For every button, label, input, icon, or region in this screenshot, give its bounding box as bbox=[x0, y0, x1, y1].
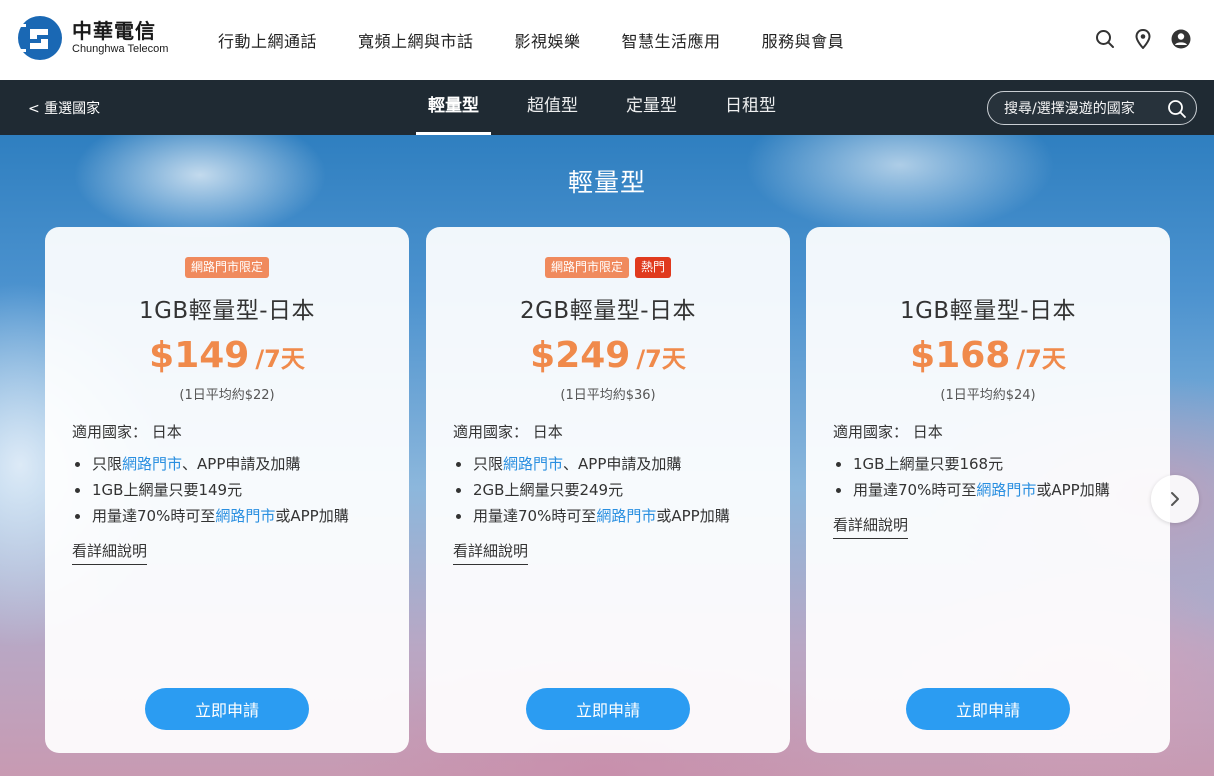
feature-text: 用量達70%時可至 bbox=[92, 507, 216, 525]
carousel-next-button[interactable] bbox=[1151, 475, 1199, 523]
plan-subnav: < 重選國家 輕量型 超值型 定量型 日租型 bbox=[0, 80, 1214, 135]
plan-card: 網路門市限定 1GB輕量型-日本 $149/7天 (1日平均約$22) 適用國家… bbox=[45, 227, 409, 753]
location-pin-icon[interactable] bbox=[1132, 28, 1154, 50]
feature-item: 1GB上網量只要168元 bbox=[836, 451, 1110, 477]
daily-average: (1日平均約$24) bbox=[940, 388, 1036, 403]
feature-text: 只限 bbox=[92, 455, 123, 473]
online-store-only-badge: 網路門市限定 bbox=[184, 257, 269, 278]
feature-text: 或APP加購 bbox=[656, 507, 730, 525]
plan-price: $149/7天 bbox=[45, 335, 409, 376]
user-account-icon[interactable] bbox=[1170, 28, 1192, 50]
feature-item: 用量達70%時可至網路門市或APP加購 bbox=[75, 503, 349, 529]
online-store-link[interactable]: 網路門市 bbox=[122, 455, 182, 473]
price-period: /7天 bbox=[255, 345, 305, 373]
brand-name-en: Chunghwa Telecom bbox=[72, 43, 169, 55]
nav-item-broadband[interactable]: 寬頻上網與市話 bbox=[358, 28, 474, 52]
feature-item: 用量達70%時可至網路門市或APP加購 bbox=[456, 503, 730, 529]
online-store-link[interactable]: 網路門市 bbox=[596, 507, 656, 525]
price-amount: $149 bbox=[149, 335, 250, 376]
feature-text: 2GB上網量只要249元 bbox=[473, 481, 624, 499]
plan-type-tabs: 輕量型 超值型 定量型 日租型 bbox=[416, 80, 824, 135]
feature-item: 1GB上網量只要149元 bbox=[75, 477, 349, 503]
price-amount: $168 bbox=[910, 335, 1011, 376]
chevron-right-icon bbox=[1171, 492, 1179, 506]
search-icon[interactable] bbox=[1167, 99, 1187, 119]
price-period: /7天 bbox=[1016, 345, 1066, 373]
feature-list: 只限網路門市、APP申請及加購 2GB上網量只要249元 用量達70%時可至網路… bbox=[453, 451, 730, 529]
daily-average: (1日平均約$36) bbox=[560, 388, 656, 403]
feature-text: 1GB上網量只要168元 bbox=[853, 455, 1004, 473]
section-title: 輕量型 bbox=[567, 168, 646, 197]
top-header: 中華電信 Chunghwa Telecom 行動上網通話 寬頻上網與市話 影視娛… bbox=[0, 0, 1214, 80]
feature-text: 用量達70%時可至 bbox=[473, 507, 597, 525]
brand-name-cn: 中華電信 bbox=[72, 19, 156, 43]
feature-text: 或APP加購 bbox=[1036, 481, 1110, 499]
country-search-input[interactable] bbox=[1002, 92, 1166, 126]
badge-group: 網路門市限定 bbox=[45, 257, 409, 278]
feature-item: 只限網路門市、APP申請及加購 bbox=[456, 451, 730, 477]
feature-text: 、APP申請及加購 bbox=[182, 455, 301, 473]
feature-item: 只限網路門市、APP申請及加購 bbox=[75, 451, 349, 477]
plan-name: 1GB輕量型-日本 bbox=[138, 298, 316, 324]
badge-group: 網路門市限定 熱門 bbox=[426, 257, 790, 278]
brand-logo[interactable]: 中華電信 Chunghwa Telecom bbox=[16, 14, 168, 62]
main-nav: 行動上網通話 寬頻上網與市話 影視娛樂 智慧生活應用 服務與會員 bbox=[218, 0, 885, 80]
online-store-link[interactable]: 網路門市 bbox=[503, 455, 563, 473]
nav-item-entertainment[interactable]: 影視娛樂 bbox=[515, 28, 581, 52]
country-search bbox=[987, 91, 1197, 126]
feature-item: 2GB上網量只要249元 bbox=[456, 477, 730, 503]
online-store-only-badge: 網路門市限定 bbox=[544, 257, 629, 278]
apply-now-button[interactable]: 立即申請 bbox=[145, 688, 309, 730]
header-actions bbox=[1094, 28, 1192, 50]
plan-card: 網路門市限定 熱門 2GB輕量型-日本 $249/7天 (1日平均約$36) 適… bbox=[426, 227, 790, 753]
price-amount: $249 bbox=[530, 335, 631, 376]
plan-name: 2GB輕量型-日本 bbox=[519, 298, 697, 324]
tab-daily[interactable]: 日租型 bbox=[725, 80, 776, 135]
feature-text: 1GB上網量只要149元 bbox=[92, 481, 243, 499]
plan-price: $168/7天 bbox=[806, 335, 1170, 376]
feature-list: 1GB上網量只要168元 用量達70%時可至網路門市或APP加購 bbox=[833, 451, 1110, 503]
tab-value[interactable]: 超值型 bbox=[527, 80, 578, 135]
view-details-link[interactable]: 看詳細說明 bbox=[833, 514, 909, 539]
applicable-country: 適用國家： 日本 bbox=[72, 423, 182, 441]
apply-now-button[interactable]: 立即申請 bbox=[526, 688, 690, 730]
online-store-link[interactable]: 網路門市 bbox=[976, 481, 1036, 499]
feature-text: 、APP申請及加購 bbox=[563, 455, 682, 473]
feature-text: 或APP加購 bbox=[275, 507, 349, 525]
apply-now-button[interactable]: 立即申請 bbox=[906, 688, 1070, 730]
view-details-link[interactable]: 看詳細說明 bbox=[72, 540, 148, 565]
online-store-link[interactable]: 網路門市 bbox=[215, 507, 275, 525]
tab-fixed[interactable]: 定量型 bbox=[626, 80, 677, 135]
applicable-country: 適用國家： 日本 bbox=[453, 423, 563, 441]
nav-item-mobile[interactable]: 行動上網通話 bbox=[218, 28, 317, 52]
feature-text: 用量達70%時可至 bbox=[853, 481, 977, 499]
tab-light[interactable]: 輕量型 bbox=[416, 80, 491, 135]
feature-text: 只限 bbox=[473, 455, 504, 473]
reselect-country-link[interactable]: < 重選國家 bbox=[28, 98, 100, 118]
daily-average: (1日平均約$22) bbox=[179, 388, 275, 403]
plan-name: 1GB輕量型-日本 bbox=[899, 298, 1077, 324]
view-details-link[interactable]: 看詳細說明 bbox=[453, 540, 529, 565]
search-icon[interactable] bbox=[1094, 28, 1116, 50]
hot-badge: 熱門 bbox=[635, 257, 672, 278]
plan-card: 1GB輕量型-日本 $168/7天 (1日平均約$24) 適用國家： 日本 1G… bbox=[806, 227, 1170, 753]
chunghwa-logo-icon bbox=[18, 16, 62, 60]
feature-list: 只限網路門市、APP申請及加購 1GB上網量只要149元 用量達70%時可至網路… bbox=[72, 451, 349, 529]
applicable-country: 適用國家： 日本 bbox=[833, 423, 943, 441]
price-period: /7天 bbox=[636, 345, 686, 373]
nav-item-member-service[interactable]: 服務與會員 bbox=[762, 28, 845, 52]
plan-price: $249/7天 bbox=[426, 335, 790, 376]
feature-item: 用量達70%時可至網路門市或APP加購 bbox=[836, 477, 1110, 503]
nav-item-smart-life[interactable]: 智慧生活應用 bbox=[622, 28, 721, 52]
